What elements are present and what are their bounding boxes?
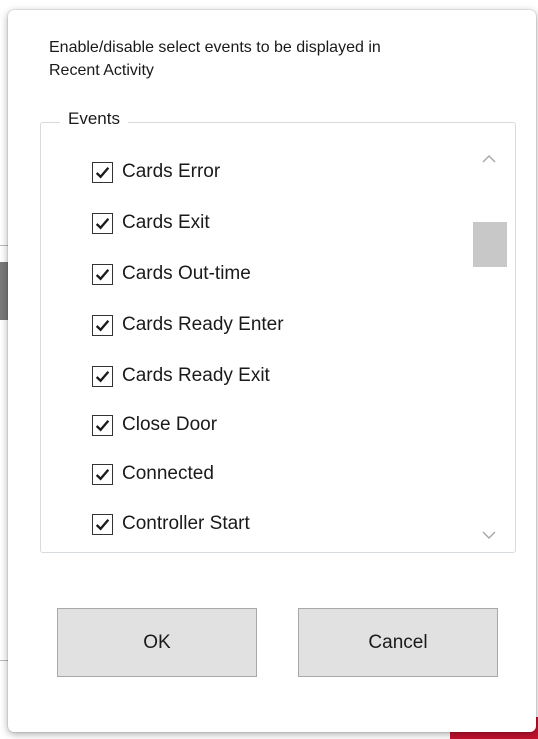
- event-checkbox[interactable]: [92, 365, 113, 387]
- event-label: Cards Out-time: [122, 263, 251, 284]
- event-checkbox[interactable]: [92, 263, 113, 285]
- event-label: Close Door: [122, 414, 218, 435]
- event-checkbox[interactable]: [92, 212, 113, 234]
- event-item[interactable]: Cards Exit: [80, 208, 210, 238]
- checkmark-icon: [95, 419, 110, 431]
- background-divider-top: [0, 245, 8, 246]
- event-label: Cards Ready Enter: [122, 314, 284, 335]
- events-list[interactable]: Cards Error Cards Exit Cards Out-time Ca…: [80, 148, 470, 548]
- event-checkbox[interactable]: [92, 314, 113, 336]
- event-label: Controller Start: [122, 513, 250, 534]
- event-label: Cards Error: [122, 161, 221, 182]
- ok-button[interactable]: OK: [57, 608, 257, 677]
- checkmark-icon: [95, 319, 110, 331]
- event-label: Cards Exit: [122, 212, 210, 233]
- checkmark-icon: [95, 518, 110, 530]
- checkmark-icon: [95, 468, 110, 480]
- events-scrollbar[interactable]: [471, 140, 508, 548]
- chevron-up-icon[interactable]: [480, 152, 498, 166]
- background-scroll-edge: [0, 262, 8, 320]
- checkmark-icon: [95, 217, 110, 229]
- checkmark-icon: [95, 268, 110, 280]
- chevron-down-icon[interactable]: [480, 528, 498, 542]
- event-label: Connected: [122, 463, 214, 484]
- event-checkbox[interactable]: [92, 513, 113, 535]
- event-item[interactable]: Connected: [80, 459, 214, 489]
- event-item[interactable]: Controller Start: [80, 509, 250, 539]
- event-item[interactable]: Cards Error: [80, 157, 220, 187]
- scroll-thumb[interactable]: [473, 222, 507, 267]
- event-item[interactable]: Cards Ready Exit: [80, 361, 270, 391]
- event-checkbox[interactable]: [92, 414, 113, 436]
- checkmark-icon: [95, 370, 110, 382]
- background-divider-bottom: [0, 660, 8, 661]
- events-group-label: Events: [60, 109, 128, 129]
- event-checkbox[interactable]: [92, 463, 113, 485]
- event-label: Cards Ready Exit: [122, 365, 270, 386]
- cancel-button[interactable]: Cancel: [298, 608, 498, 677]
- event-checkbox[interactable]: [92, 161, 113, 183]
- event-item[interactable]: Cards Ready Enter: [80, 310, 284, 340]
- event-item[interactable]: Cards Out-time: [80, 259, 251, 289]
- event-item[interactable]: Close Door: [80, 410, 217, 440]
- checkmark-icon: [95, 166, 110, 178]
- dialog-description: Enable/disable select events to be displ…: [49, 39, 381, 79]
